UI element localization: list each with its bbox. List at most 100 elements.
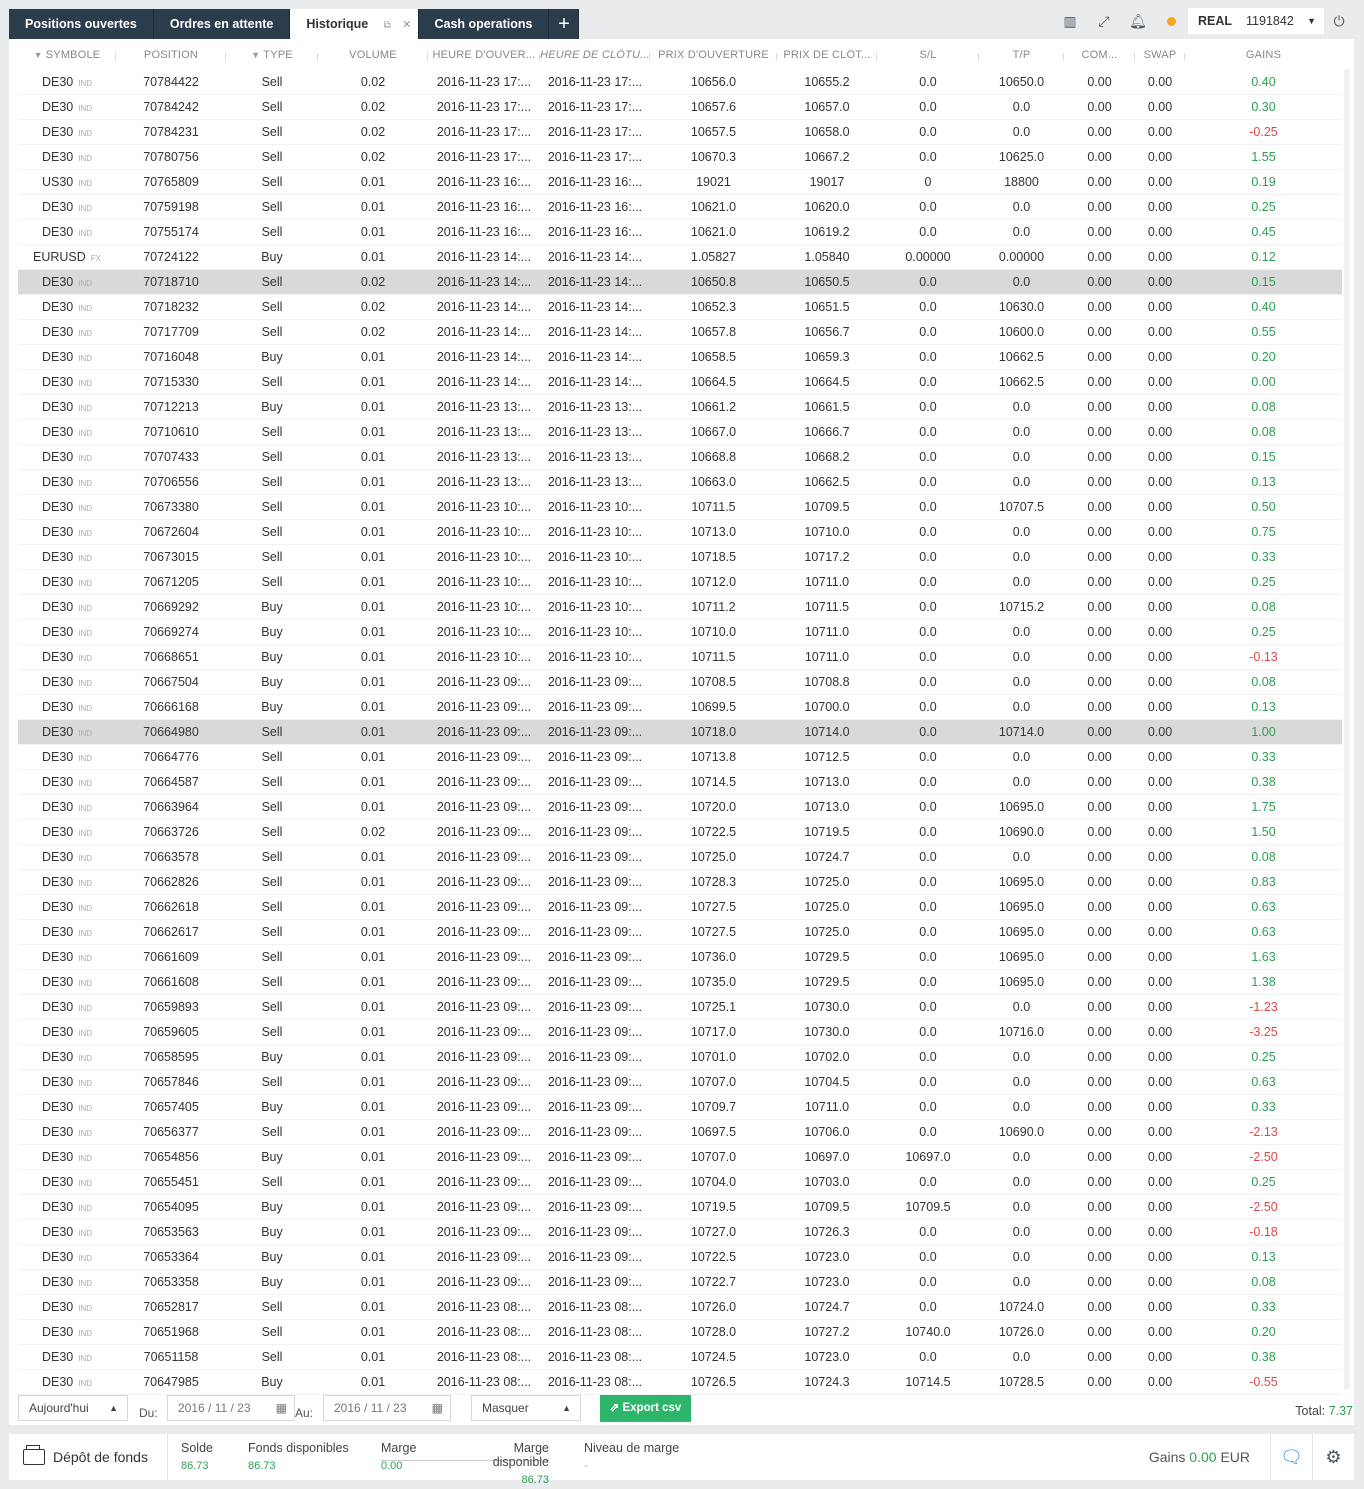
table-row[interactable]: DE30 IND 70780756 Sell 0.02 2016-11-23 17:...… — [18, 145, 1342, 170]
table-row[interactable]: DE30 IND 70653364 Buy 0.01 2016-11-23 09:... 2… — [18, 1245, 1342, 1270]
from-date-input[interactable]: 2016 / 11 / 23 ▦ — [167, 1395, 295, 1421]
table-row[interactable]: DE30 IND 70659605 Sell 0.01 2016-11-23 09:...… — [18, 1020, 1342, 1045]
column-header-sl[interactable]: S/L — [877, 49, 979, 61]
cell-tp: 0.0 — [1012, 1000, 1031, 1014]
table-row[interactable]: DE30 IND 70657405 Buy 0.01 2016-11-23 09:... 2… — [18, 1095, 1342, 1120]
table-row[interactable]: DE30 IND 70715330 Sell 0.01 2016-11-23 14:...… — [18, 370, 1342, 395]
table-row[interactable]: DE30 IND 70657846 Sell 0.01 2016-11-23 09:...… — [18, 1070, 1342, 1095]
table-row[interactable]: DE30 IND 70654095 Buy 0.01 2016-11-23 09:... 2… — [18, 1195, 1342, 1220]
tab-historique[interactable]: Historique ⧉ ✕ — [290, 9, 419, 39]
table-row[interactable]: DE30 IND 70658595 Buy 0.01 2016-11-23 09:... 2… — [18, 1045, 1342, 1070]
table-row[interactable]: DE30 IND 70656377 Sell 0.01 2016-11-23 09:...… — [18, 1120, 1342, 1145]
table-row[interactable]: DE30 IND 70718232 Sell 0.02 2016-11-23 14:...… — [18, 295, 1342, 320]
table-row[interactable]: DE30 IND 70654856 Buy 0.01 2016-11-23 09:... 2… — [18, 1145, 1342, 1170]
export-csv-button[interactable]: ⇗ Export csv — [600, 1395, 691, 1422]
table-row[interactable]: US30 IND 70765809 Sell 0.01 2016-11-23 16:...… — [18, 170, 1342, 195]
table-row[interactable]: DE30 IND 70672604 Sell 0.01 2016-11-23 10:...… — [18, 520, 1342, 545]
scrollbar[interactable] — [1344, 69, 1350, 1389]
column-header-tp[interactable]: T/P — [979, 49, 1064, 61]
account-selector[interactable]: REAL 1191842 ▼ — [1188, 8, 1324, 34]
column-header-position[interactable]: POSITION — [116, 49, 226, 61]
table-row[interactable]: DE30 IND 70784231 Sell 0.02 2016-11-23 17:...… — [18, 120, 1342, 145]
table-row[interactable]: DE30 IND 70673015 Sell 0.01 2016-11-23 10:...… — [18, 545, 1342, 570]
table-row[interactable]: DE30 IND 70653563 Buy 0.01 2016-11-23 09:... 2… — [18, 1220, 1342, 1245]
layout-icon[interactable]: ▥ — [1053, 13, 1087, 30]
cell-open-price: 10664.5 — [690, 375, 737, 389]
deposit-button[interactable]: Dépôt de fonds — [23, 1434, 148, 1480]
table-row[interactable]: DE30 IND 70755174 Sell 0.01 2016-11-23 16:...… — [18, 220, 1342, 245]
cell-position: 70661609 — [143, 950, 199, 964]
table-row[interactable]: DE30 IND 70659893 Sell 0.01 2016-11-23 09:...… — [18, 995, 1342, 1020]
table-row[interactable]: DE30 IND 70661608 Sell 0.01 2016-11-23 09:...… — [18, 970, 1342, 995]
table-row[interactable]: DE30 IND 70655451 Sell 0.01 2016-11-23 09:...… — [18, 1170, 1342, 1195]
table-row[interactable]: DE30 IND 70663964 Sell 0.01 2016-11-23 09:...… — [18, 795, 1342, 820]
table-row[interactable]: DE30 IND 70651158 Sell 0.01 2016-11-23 08:...… — [18, 1345, 1342, 1370]
table-row[interactable]: DE30 IND 70717709 Sell 0.02 2016-11-23 14:...… — [18, 320, 1342, 345]
table-row[interactable]: DE30 IND 70662826 Sell 0.01 2016-11-23 09:...… — [18, 870, 1342, 895]
calendar-icon[interactable]: ▦ — [276, 1396, 287, 1420]
table-row[interactable]: EURUSD FX 70724122 Buy 0.01 2016-11-23 14:...… — [18, 245, 1342, 270]
fullscreen-icon[interactable]: ⤢ — [1087, 13, 1121, 30]
table-row[interactable]: DE30 IND 70667504 Buy 0.01 2016-11-23 09:... 2… — [18, 670, 1342, 695]
column-header-swap[interactable]: SWAP — [1135, 49, 1185, 61]
column-header-close-price[interactable]: PRIX DE CLÔT... — [777, 49, 877, 61]
table-row[interactable]: DE30 IND 70664587 Sell 0.01 2016-11-23 09:...… — [18, 770, 1342, 795]
to-date-input[interactable]: 2016 / 11 / 23 ▦ — [323, 1395, 451, 1421]
table-row[interactable]: DE30 IND 70662617 Sell 0.01 2016-11-23 09:...… — [18, 920, 1342, 945]
chat-icon[interactable]: 🗨︎ — [1270, 1434, 1312, 1480]
table-row[interactable]: DE30 IND 70664980 Sell 0.01 2016-11-23 09:...… — [18, 720, 1342, 745]
mask-select[interactable]: Masquer ▲ — [471, 1395, 581, 1421]
table-row[interactable]: DE30 IND 70759198 Sell 0.01 2016-11-23 16:...… — [18, 195, 1342, 220]
column-header-close-time[interactable]: HEURE DE CLÔTU... — [540, 49, 650, 61]
table-row[interactable]: DE30 IND 70673380 Sell 0.01 2016-11-23 10:...… — [18, 495, 1342, 520]
table-row[interactable]: DE30 IND 70662618 Sell 0.01 2016-11-23 09:...… — [18, 895, 1342, 920]
gear-icon[interactable]: ⚙ — [1312, 1434, 1354, 1480]
calendar-icon[interactable]: ▦ — [432, 1396, 443, 1420]
table-row[interactable]: DE30 IND 70651968 Sell 0.01 2016-11-23 08:...… — [18, 1320, 1342, 1345]
table-row[interactable]: DE30 IND 70718710 Sell 0.02 2016-11-23 14:...… — [18, 270, 1342, 295]
filter-icon[interactable]: ▼ — [251, 50, 260, 60]
table-row[interactable]: DE30 IND 70663578 Sell 0.01 2016-11-23 09:...… — [18, 845, 1342, 870]
table-row[interactable]: DE30 IND 70784242 Sell 0.02 2016-11-23 17:...… — [18, 95, 1342, 120]
table-row[interactable]: DE30 IND 70712213 Buy 0.01 2016-11-23 13:... 2… — [18, 395, 1342, 420]
column-label: HEURE DE CLÔTU... — [540, 49, 650, 61]
column-header-symbole[interactable]: ▼ SYMBOLE — [18, 49, 116, 61]
filter-icon[interactable]: ▼ — [34, 50, 43, 60]
table-row[interactable]: DE30 IND 70661609 Sell 0.01 2016-11-23 09:...… — [18, 945, 1342, 970]
table-row[interactable]: DE30 IND 70707433 Sell 0.01 2016-11-23 13:...… — [18, 445, 1342, 470]
column-header-gains[interactable]: GAINS — [1185, 49, 1342, 61]
table-row[interactable]: DE30 IND 70647985 Buy 0.01 2016-11-23 08:... 2… — [18, 1370, 1342, 1395]
table-row[interactable]: DE30 IND 70663726 Sell 0.02 2016-11-23 09:...… — [18, 820, 1342, 845]
table-row[interactable]: DE30 IND 70716048 Buy 0.01 2016-11-23 14:... 2… — [18, 345, 1342, 370]
table-row[interactable]: DE30 IND 70710610 Sell 0.01 2016-11-23 13:...… — [18, 420, 1342, 445]
tab-ordres-en-attente[interactable]: Ordres en attente — [153, 9, 291, 39]
table-row[interactable]: DE30 IND 70668651 Buy 0.01 2016-11-23 10:... 2… — [18, 645, 1342, 670]
tab-cash-operations[interactable]: Cash operations — [418, 9, 550, 39]
table-row[interactable]: DE30 IND 70706556 Sell 0.01 2016-11-23 13:...… — [18, 470, 1342, 495]
cell-gains: 0.08 — [1251, 675, 1276, 689]
period-select[interactable]: Aujourd'hui ▲ — [18, 1395, 128, 1421]
column-header-commission[interactable]: COM... — [1064, 49, 1135, 61]
table-row[interactable]: DE30 IND 70671205 Sell 0.01 2016-11-23 10:...… — [18, 570, 1342, 595]
power-icon[interactable]: ⏻ — [1324, 13, 1354, 30]
popout-icon[interactable]: ⧉ — [384, 20, 391, 31]
symbol-text: DE30 — [41, 75, 74, 89]
table-row[interactable]: DE30 IND 70664776 Sell 0.01 2016-11-23 09:...… — [18, 745, 1342, 770]
column-header-volume[interactable]: VOLUME — [318, 49, 428, 61]
table-row[interactable]: DE30 IND 70653358 Buy 0.01 2016-11-23 09:... 2… — [18, 1270, 1342, 1295]
bell-icon[interactable]: 🔔︎ — [1121, 13, 1155, 30]
table-row[interactable]: DE30 IND 70652817 Sell 0.01 2016-11-23 08:...… — [18, 1295, 1342, 1320]
table-row[interactable]: DE30 IND 70784422 Sell 0.02 2016-11-23 17:...… — [18, 70, 1342, 95]
column-header-open-time[interactable]: HEURE D'OUVER... — [428, 49, 540, 61]
add-tab-button[interactable]: + — [549, 9, 580, 39]
tab-positions-ouvertes[interactable]: Positions ouvertes — [9, 9, 154, 39]
cell-symbol: DE30 IND — [18, 325, 116, 339]
table-row[interactable]: DE30 IND 70666168 Buy 0.01 2016-11-23 09:... 2… — [18, 695, 1342, 720]
column-header-open-price[interactable]: PRIX D'OUVERTURE — [650, 49, 777, 61]
cell-gains: -0.13 — [1249, 650, 1278, 664]
column-header-type[interactable]: ▼ TYPE — [226, 49, 318, 61]
table-row[interactable]: DE30 IND 70669292 Buy 0.01 2016-11-23 10:... 2… — [18, 595, 1342, 620]
close-icon[interactable]: ✕ — [402, 19, 411, 31]
table-row[interactable]: DE30 IND 70669274 Buy 0.01 2016-11-23 10:... 2… — [18, 620, 1342, 645]
cell-close-time: 2016-11-23 08:... — [547, 1350, 643, 1364]
